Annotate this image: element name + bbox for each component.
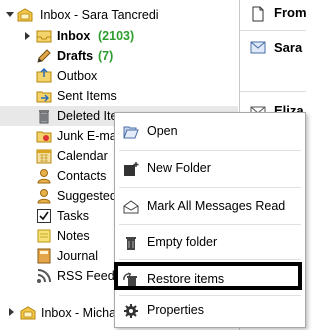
pencil-icon <box>36 48 52 64</box>
expand-arrow-icon[interactable] <box>22 26 32 46</box>
open-folder-icon <box>123 123 139 139</box>
suggested-contacts-icon <box>36 188 52 204</box>
context-menu: Open New Folder Mark All Messages Read E… <box>114 112 306 328</box>
message-row[interactable]: Sara <box>240 31 306 92</box>
contacts-icon <box>36 168 52 184</box>
unread-count: (2103) <box>98 29 135 43</box>
menu-item-label: Empty folder <box>147 235 218 249</box>
junk-folder-icon <box>36 128 52 144</box>
menu-item-label: Properties <box>147 303 204 317</box>
account-label: Inbox - Sara Tancredi <box>40 8 159 22</box>
menu-item-new-folder[interactable]: New Folder <box>115 155 305 181</box>
folder-label: Drafts <box>57 49 94 63</box>
menu-divider <box>119 150 301 151</box>
highlight-box <box>114 262 302 290</box>
meeting-request-icon <box>250 39 266 55</box>
folder-outbox[interactable]: Outbox <box>0 66 238 86</box>
folder-label: RSS Feeds <box>57 269 121 283</box>
menu-divider <box>119 295 301 296</box>
trash-icon <box>36 108 52 124</box>
expand-arrow-icon[interactable] <box>6 302 16 322</box>
folder-label: Sent Items <box>57 89 117 103</box>
outbox-icon <box>36 67 52 84</box>
gear-icon <box>123 302 139 318</box>
folder-label: Tasks <box>57 209 89 223</box>
menu-item-open[interactable]: Open <box>115 118 305 144</box>
mailbox-icon <box>17 7 33 23</box>
unread-count: (7) <box>98 49 114 63</box>
folder-account-sara[interactable]: Inbox - Sara Tancredi <box>0 4 238 26</box>
menu-item-label: Open <box>147 124 178 138</box>
envelope-open-icon <box>123 198 139 214</box>
collapse-arrow-icon[interactable] <box>5 4 15 24</box>
folder-sent-items[interactable]: Sent Items <box>0 86 238 106</box>
folder-inbox[interactable]: Inbox (2103) <box>0 26 238 46</box>
menu-item-properties[interactable]: Properties <box>115 297 305 323</box>
message-sender: Sara <box>274 40 303 55</box>
inbox-icon <box>36 28 52 44</box>
sent-folder-icon <box>36 88 52 104</box>
menu-item-label: New Folder <box>147 161 211 175</box>
folder-label: Outbox <box>57 69 98 83</box>
document-icon <box>250 6 266 22</box>
checkbox-icon <box>36 208 52 224</box>
folder-label: Inbox <box>57 29 91 43</box>
trash-icon <box>123 234 139 250</box>
menu-divider <box>119 187 301 188</box>
folder-label: Contacts <box>57 169 107 183</box>
menu-divider <box>119 259 301 260</box>
folder-label: Notes <box>57 229 90 243</box>
rss-icon <box>36 268 52 284</box>
menu-divider <box>119 224 301 225</box>
folder-label: Journal <box>57 249 98 263</box>
journal-icon <box>36 248 52 264</box>
notes-icon <box>36 228 52 244</box>
menu-item-mark-all-read[interactable]: Mark All Messages Read <box>115 193 305 219</box>
mailbox-icon <box>20 305 36 321</box>
new-folder-icon <box>123 160 139 176</box>
folder-drafts[interactable]: Drafts (7) <box>0 46 238 66</box>
folder-label: Junk E-mail <box>57 129 123 143</box>
menu-item-empty-folder[interactable]: Empty folder <box>115 229 305 255</box>
calendar-icon <box>36 148 52 164</box>
list-header: From <box>240 0 307 31</box>
menu-item-label: Mark All Messages Read <box>147 199 286 213</box>
from-column-header[interactable]: From <box>274 5 307 20</box>
folder-label: Calendar <box>57 149 108 163</box>
